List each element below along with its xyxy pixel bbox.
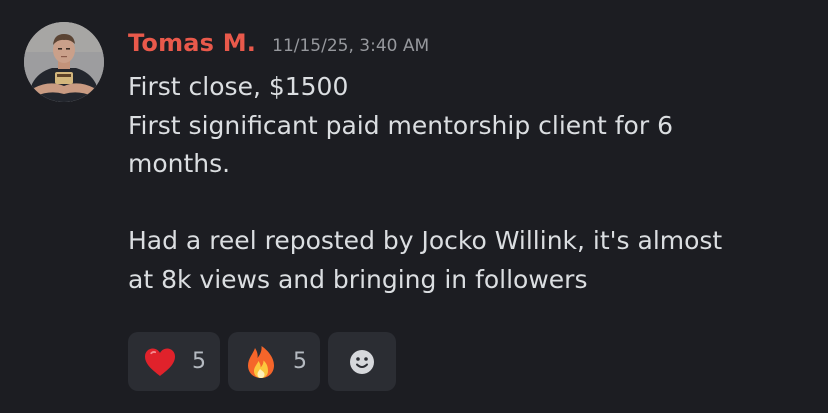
author-name[interactable]: Tomas M. (128, 29, 256, 57)
chat-message: Tomas M. 11/15/25, 3:40 AM First close, … (0, 0, 828, 413)
message-line: at 8k views and bringing in followers (128, 264, 588, 294)
message-header: Tomas M. 11/15/25, 3:40 AM (128, 29, 429, 65)
message-timestamp[interactable]: 11/15/25, 3:40 AM (272, 36, 429, 56)
message-line: Had a reel reposted by Jocko Willink, it… (128, 226, 723, 256)
avatar[interactable] (24, 22, 104, 102)
reaction-heart-button[interactable]: 5 (128, 332, 220, 391)
reaction-count: 5 (293, 349, 307, 374)
reaction-fire-button[interactable]: 5 (228, 332, 320, 391)
smiley-icon (350, 349, 374, 374)
avatar-image (24, 22, 104, 102)
message-line: First significant paid mentorship client… (128, 110, 673, 140)
add-reaction-button[interactable] (328, 332, 396, 391)
message-line: months. (128, 149, 231, 179)
reaction-count: 5 (192, 349, 206, 374)
message-content: First close, $1500 First significant pai… (128, 68, 808, 300)
fire-emoji-icon (248, 345, 274, 378)
heart-emoji-icon (145, 348, 175, 376)
message-line: First close, $1500 (128, 72, 349, 101)
reaction-bar: 5 5 (128, 332, 404, 391)
